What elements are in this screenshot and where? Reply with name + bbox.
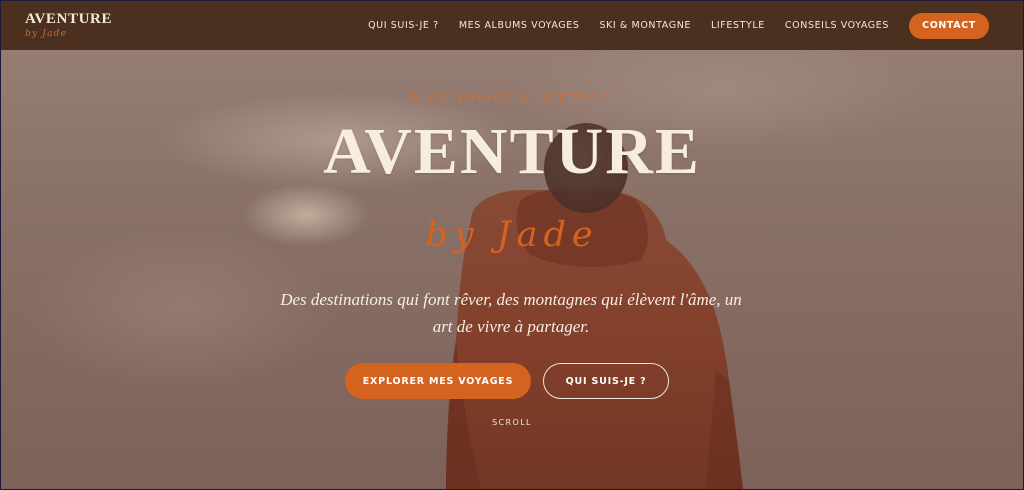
hero-content: BLOG VOYAGE & LIFESTYLE AVENTURE by Jade… bbox=[1, 50, 1023, 489]
hero-eyebrow: BLOG VOYAGE & LIFESTYLE bbox=[410, 93, 614, 105]
nav-item-ski-montagne[interactable]: SKI & MONTAGNE bbox=[599, 20, 691, 31]
hero-title: AVENTURE bbox=[323, 115, 701, 188]
nav-item-conseils-voyages[interactable]: CONSEILS VOYAGES bbox=[785, 20, 889, 31]
top-navigation-bar: AVENTURE by Jade QUI SUIS-JE ? MES ALBUM… bbox=[1, 1, 1023, 50]
site-logo[interactable]: AVENTURE by Jade bbox=[25, 12, 112, 39]
nav-item-qui-suis-je[interactable]: QUI SUIS-JE ? bbox=[368, 20, 439, 31]
main-nav: QUI SUIS-JE ? MES ALBUMS VOYAGES SKI & M… bbox=[368, 12, 989, 39]
nav-item-mes-albums-voyages[interactable]: MES ALBUMS VOYAGES bbox=[459, 20, 580, 31]
nav-item-lifestyle[interactable]: LIFESTYLE bbox=[711, 20, 765, 31]
explore-trips-button[interactable]: EXPLORER MES VOYAGES bbox=[345, 363, 531, 399]
hero-subtitle: by Jade bbox=[425, 215, 599, 255]
hero-section: BLOG VOYAGE & LIFESTYLE AVENTURE by Jade… bbox=[1, 50, 1023, 489]
hero-description: Des destinations qui font rêver, des mon… bbox=[280, 290, 742, 336]
page: AVENTURE by Jade QUI SUIS-JE ? MES ALBUM… bbox=[1, 1, 1023, 489]
logo-title: AVENTURE bbox=[25, 11, 113, 27]
scroll-indicator[interactable]: SCROLL bbox=[1, 418, 1023, 427]
contact-button[interactable]: CONTACT bbox=[909, 12, 989, 39]
about-me-button[interactable]: QUI SUIS-JE ? bbox=[543, 363, 669, 399]
logo-subtitle: by Jade bbox=[25, 29, 68, 39]
